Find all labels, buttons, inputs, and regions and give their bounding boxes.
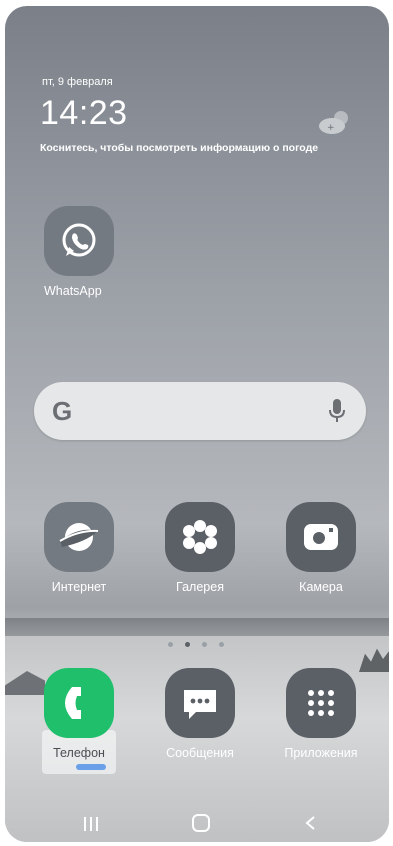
page-dot-active[interactable] — [185, 642, 190, 647]
messages-icon — [165, 668, 235, 738]
back-icon[interactable] — [304, 815, 318, 831]
app-gallery[interactable]: Галерея — [155, 502, 245, 594]
page-dot[interactable] — [202, 642, 207, 647]
dock-label-phone: Телефон — [53, 746, 105, 760]
weather-icon[interactable]: + — [314, 106, 354, 136]
page-dot[interactable] — [168, 642, 173, 647]
app-grid-icon — [286, 668, 356, 738]
navigation-bar — [0, 806, 393, 840]
app-internet[interactable]: Интернет — [34, 502, 124, 594]
gallery-flower-icon — [165, 502, 235, 572]
google-search-bar[interactable]: G — [34, 382, 366, 440]
dock-label-messages: Сообщения — [166, 746, 234, 760]
wallpaper-horizon — [5, 618, 389, 636]
app-label-gallery: Галерея — [176, 580, 224, 594]
internet-planet-icon — [44, 502, 114, 572]
weather-hint[interactable]: Коснитесь, чтобы посмотреть информацию о… — [40, 142, 318, 154]
recents-icon[interactable] — [82, 816, 100, 832]
dock-app-messages[interactable]: Сообщения — [155, 668, 245, 760]
app-whatsapp[interactable]: WhatsApp — [34, 206, 124, 298]
whatsapp-icon — [44, 206, 114, 276]
phone-icon — [44, 668, 114, 738]
app-label-whatsapp: WhatsApp — [44, 284, 102, 298]
page-indicator — [168, 642, 224, 647]
dock-app-apps[interactable]: Приложения — [276, 668, 366, 760]
dock-app-phone[interactable]: Телефон — [34, 668, 124, 774]
home-icon[interactable] — [192, 814, 210, 832]
phone-badge-strip — [76, 764, 106, 770]
app-camera[interactable]: Камера — [276, 502, 366, 594]
camera-icon — [286, 502, 356, 572]
dock-label-apps: Приложения — [284, 746, 358, 760]
app-label-camera: Камера — [299, 580, 343, 594]
app-label-internet: Интернет — [51, 580, 107, 594]
clock-time[interactable]: 14:23 — [40, 94, 128, 133]
page-dot[interactable] — [219, 642, 224, 647]
date-label: пт, 9 февраля — [42, 76, 113, 88]
mic-icon[interactable] — [328, 398, 346, 424]
google-logo-icon: G — [52, 396, 73, 426]
svg-text:+: + — [327, 123, 335, 133]
